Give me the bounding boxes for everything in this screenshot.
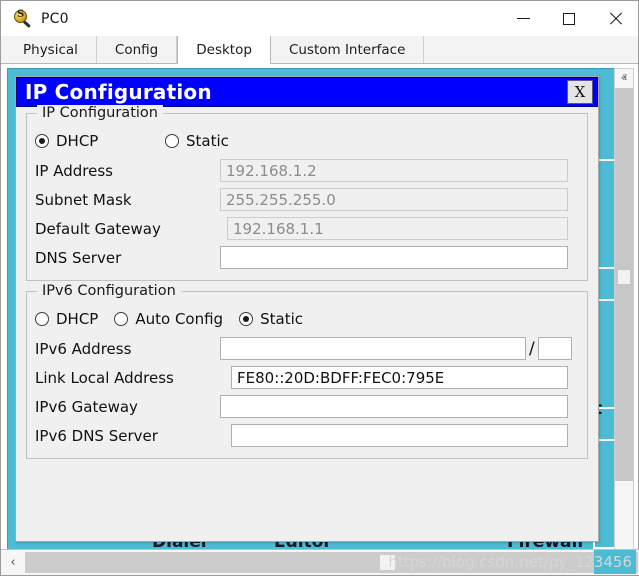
radio-ipv6-dhcp[interactable]: DHCP (35, 310, 98, 328)
radio-static-icon (165, 134, 179, 148)
radio-ipv4-dhcp-label: DHCP (56, 132, 98, 150)
label-dns-server: DNS Server (35, 249, 220, 267)
dialog-close-button[interactable]: X (567, 80, 593, 104)
radio-ipv6-auto-config-icon (114, 312, 128, 326)
label-ipv6-dns-server: IPv6 DNS Server (35, 427, 231, 445)
horizontal-scroll-thumb[interactable] (380, 555, 395, 570)
field-row-ipv6-dns-server: IPv6 DNS Server (35, 421, 579, 450)
window-title-bar: S PC0 (1, 1, 638, 36)
window-controls (500, 1, 638, 36)
dialog-body: IP Configuration DHCP Static IP Address … (16, 107, 598, 541)
input-link-local-address[interactable]: FE80::20D:BDFF:FEC0:795E (231, 366, 568, 389)
label-ip-address: IP Address (35, 162, 220, 180)
field-row-default-gateway: Default Gateway 192.168.1.1 (35, 214, 579, 243)
desktop-content-area: Dialer Editor Firewall t IP Configuratio… (1, 64, 638, 575)
tab-config[interactable]: Config (97, 36, 177, 63)
radio-dhcp-icon (35, 134, 49, 148)
pc0-device-window: S PC0 Physical Config Desktop Custom Int… (0, 0, 639, 576)
tab-desktop[interactable]: Desktop (177, 36, 271, 64)
radio-ipv6-auto-config[interactable]: Auto Config (114, 310, 223, 328)
dialog-title-bar: IP Configuration X (16, 77, 598, 107)
horizontal-scrollbar[interactable]: ‹ https://blog.csdn.net/py_123456 (1, 549, 639, 575)
radio-ipv6-dhcp-label: DHCP (56, 310, 98, 328)
tab-custom-interface[interactable]: Custom Interface (271, 36, 424, 63)
radio-ipv6-dhcp-icon (35, 312, 49, 326)
radio-ipv6-static-label: Static (260, 310, 303, 328)
ipv6-mode-row: DHCP Auto Config Static (35, 306, 579, 332)
window-title: PC0 (41, 11, 69, 27)
horizontal-scroll-track[interactable] (25, 552, 638, 573)
input-ip-address[interactable]: 192.168.1.2 (220, 159, 568, 182)
dialog-title: IP Configuration (25, 80, 212, 104)
input-ipv6-dns-server[interactable] (231, 424, 568, 447)
ipv4-configuration-group: IP Configuration DHCP Static IP Address … (26, 113, 588, 281)
input-ipv6-gateway[interactable] (220, 395, 568, 418)
scroll-left-arrow-icon[interactable]: ‹ (1, 551, 25, 575)
minimize-icon (517, 18, 530, 19)
vertical-scrollbar[interactable]: ⱏ ⱟ (614, 68, 634, 551)
scroll-down-arrow-icon[interactable]: ⱟ (614, 531, 634, 550)
ipv4-group-title: IP Configuration (37, 105, 163, 121)
tab-strip: Physical Config Desktop Custom Interface (1, 36, 638, 64)
field-row-dns-server: DNS Server (35, 243, 579, 272)
vertical-scroll-track[interactable] (615, 88, 633, 531)
field-row-ipv6-gateway: IPv6 Gateway (35, 392, 579, 421)
field-row-ipv6-address: IPv6 Address / (35, 334, 579, 363)
ipv6-group-title: IPv6 Configuration (37, 283, 181, 299)
input-dns-server[interactable] (220, 246, 568, 269)
packet-tracer-device-icon: S (13, 9, 33, 29)
ipv4-mode-row: DHCP Static (35, 128, 579, 154)
label-ipv6-address: IPv6 Address (35, 340, 220, 358)
close-icon (608, 12, 622, 26)
close-button[interactable] (592, 1, 638, 36)
field-row-subnet-mask: Subnet Mask 255.255.255.0 (35, 185, 579, 214)
tab-physical[interactable]: Physical (5, 36, 97, 63)
radio-ipv6-static[interactable]: Static (239, 310, 303, 328)
radio-ipv4-static-label: Static (186, 132, 229, 150)
label-link-local-address: Link Local Address (35, 369, 231, 387)
label-ipv6-gateway: IPv6 Gateway (35, 398, 220, 416)
radio-ipv6-static-icon (239, 312, 253, 326)
input-ipv6-prefix-length[interactable] (538, 337, 572, 360)
ip-configuration-dialog: IP Configuration X IP Configuration DHCP (15, 76, 599, 542)
radio-ipv4-static[interactable]: Static (165, 132, 229, 150)
field-row-link-local-address: Link Local Address FE80::20D:BDFF:FEC0:7… (35, 363, 579, 392)
ipv6-configuration-group: IPv6 Configuration DHCP Auto Config Stat… (26, 291, 588, 459)
input-subnet-mask[interactable]: 255.255.255.0 (220, 188, 568, 211)
maximize-button[interactable] (546, 1, 592, 36)
ipv6-prefix-separator: / (529, 339, 535, 359)
vertical-scroll-thumb[interactable] (615, 88, 633, 481)
input-ipv6-address[interactable] (220, 337, 526, 360)
minimize-button[interactable] (500, 1, 546, 36)
radio-ipv6-auto-config-label: Auto Config (135, 310, 223, 328)
label-default-gateway: Default Gateway (35, 220, 227, 238)
label-subnet-mask: Subnet Mask (35, 191, 220, 209)
scroll-up-arrow-icon[interactable]: ⱏ (614, 69, 634, 88)
field-row-ip-address: IP Address 192.168.1.2 (35, 156, 579, 185)
maximize-icon (563, 13, 575, 25)
radio-ipv4-dhcp[interactable]: DHCP (35, 132, 165, 150)
input-default-gateway[interactable]: 192.168.1.1 (227, 217, 568, 240)
